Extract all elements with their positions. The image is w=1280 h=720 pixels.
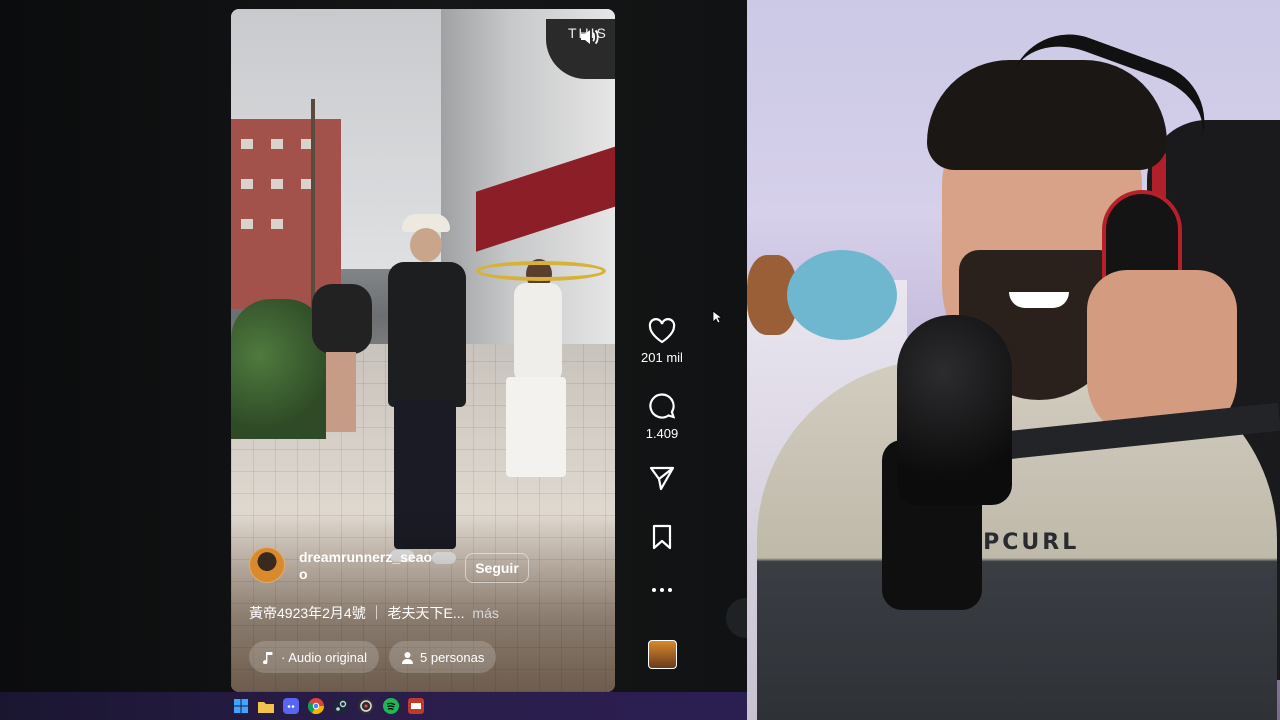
heart-icon bbox=[648, 318, 676, 344]
audio-pill[interactable]: · Audio original bbox=[249, 641, 379, 673]
chrome-icon[interactable] bbox=[307, 697, 325, 715]
cam-plush-toy bbox=[787, 250, 897, 340]
like-count: 201 mil bbox=[641, 350, 683, 365]
reel-caption: 黃帝4923年2月4號 ｜ 老夫天下E... más bbox=[249, 603, 499, 623]
taskbar bbox=[0, 692, 747, 720]
app-icon[interactable] bbox=[407, 697, 425, 715]
obs-icon[interactable] bbox=[357, 697, 375, 715]
audio-label: · Audio original bbox=[281, 649, 367, 665]
windows-icon[interactable] bbox=[232, 697, 250, 715]
reel-meta-row: · Audio original 5 personas bbox=[249, 641, 497, 673]
video-hula-hoop bbox=[476, 261, 606, 281]
music-note-icon bbox=[263, 652, 273, 664]
share-button[interactable] bbox=[632, 464, 692, 492]
volume-button[interactable] bbox=[577, 25, 601, 49]
caption-text: 黃帝4923年2月4號 ｜ 老夫天下E... bbox=[249, 605, 465, 621]
like-button[interactable]: 201 mil bbox=[632, 318, 692, 365]
video-person-woman bbox=[496, 259, 586, 489]
screen: THIS dreamrunnerz_seaoo Seguir 黃帝4923年2月… bbox=[0, 0, 1280, 720]
follow-button[interactable]: Seguir bbox=[465, 553, 529, 583]
save-button[interactable] bbox=[632, 523, 692, 551]
video-person-child bbox=[306, 284, 376, 444]
discord-icon[interactable] bbox=[282, 697, 300, 715]
taskbar-icons bbox=[232, 697, 425, 715]
audio-thumbnail[interactable] bbox=[648, 640, 677, 669]
more-dots-icon bbox=[652, 588, 672, 592]
more-options-button[interactable] bbox=[632, 586, 692, 594]
author-avatar[interactable] bbox=[249, 547, 285, 583]
comment-icon bbox=[649, 393, 676, 419]
person-icon bbox=[402, 651, 413, 664]
people-tagged-pill[interactable]: 5 personas bbox=[389, 641, 497, 673]
file-explorer-icon[interactable] bbox=[257, 697, 275, 715]
webcam-feed: RIPCURL bbox=[747, 0, 1280, 720]
steam-icon[interactable] bbox=[332, 697, 350, 715]
video-building-left bbox=[231, 119, 341, 309]
comment-button[interactable]: 1.409 bbox=[632, 392, 692, 441]
cam-microphone bbox=[897, 315, 1012, 505]
people-label: 5 personas bbox=[420, 649, 485, 665]
reel-video[interactable]: THIS dreamrunnerz_seaoo Seguir 黃帝4923年2月… bbox=[231, 9, 615, 692]
author-username[interactable]: dreamrunnerz_seaoo bbox=[299, 549, 439, 583]
cam-smile bbox=[1009, 292, 1069, 308]
comment-count: 1.409 bbox=[645, 426, 679, 441]
author-row: dreamrunnerz_seaoo Seguir bbox=[249, 547, 609, 587]
send-icon bbox=[649, 466, 675, 491]
spotify-icon[interactable] bbox=[382, 697, 400, 715]
speaker-icon bbox=[581, 29, 599, 45]
caption-more-link[interactable]: más bbox=[472, 605, 498, 621]
bookmark-icon bbox=[652, 524, 672, 550]
video-utility-pole bbox=[311, 99, 315, 309]
